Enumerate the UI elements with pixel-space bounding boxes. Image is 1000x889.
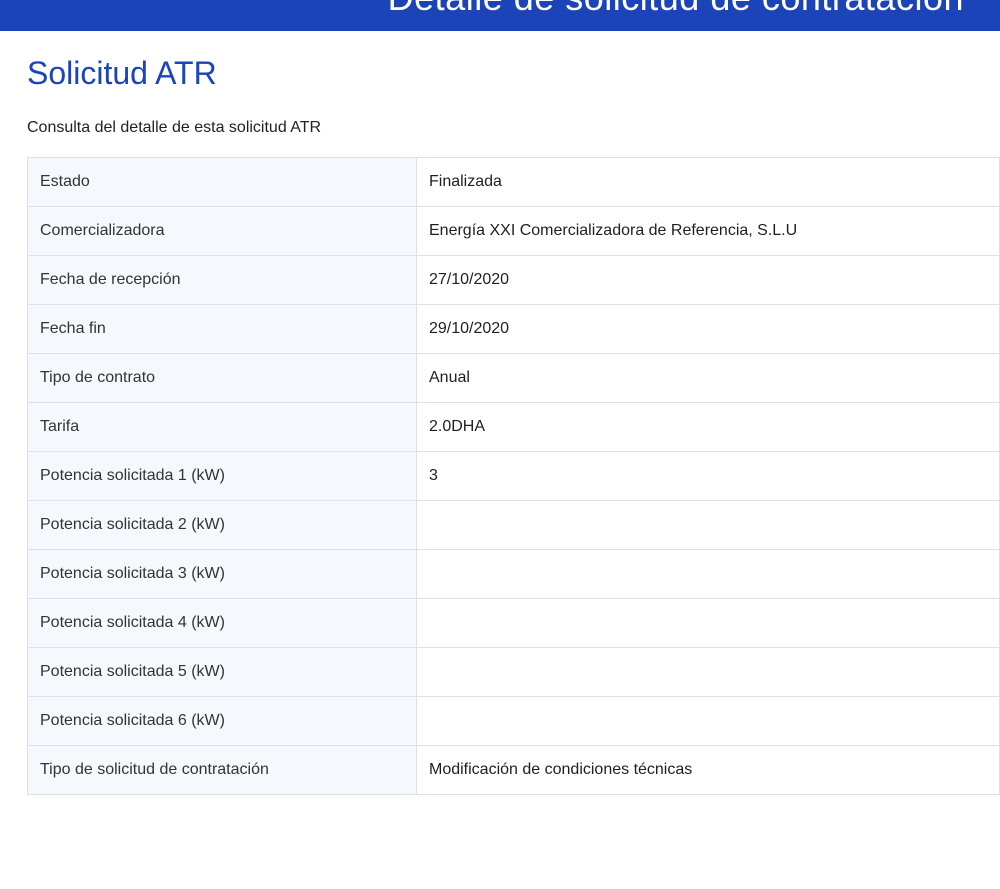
row-label: Potencia solicitada 6 (kW) (27, 696, 417, 746)
table-row-potencia-1: Potencia solicitada 1 (kW) 3 (27, 451, 1000, 501)
table-row-potencia-4: Potencia solicitada 4 (kW) (27, 598, 1000, 648)
row-value: 3 (416, 451, 1000, 501)
row-value (416, 549, 1000, 599)
row-value (416, 598, 1000, 648)
row-value: Energía XXI Comercializadora de Referenc… (416, 206, 1000, 256)
row-label: Potencia solicitada 5 (kW) (27, 647, 417, 697)
row-value: Modificación de condiciones técnicas (416, 745, 1000, 795)
table-row-tipo-solicitud: Tipo de solicitud de contratación Modifi… (27, 745, 1000, 795)
row-value: 29/10/2020 (416, 304, 1000, 354)
row-label: Tipo de solicitud de contratación (27, 745, 417, 795)
page-title: Solicitud ATR (27, 55, 217, 91)
row-value (416, 696, 1000, 746)
detail-table: Estado Finalizada Comercializadora Energ… (27, 157, 1000, 795)
row-value (416, 500, 1000, 550)
table-row-estado: Estado Finalizada (27, 157, 1000, 207)
row-value: 2.0DHA (416, 402, 1000, 452)
row-label: Fecha fin (27, 304, 417, 354)
row-label: Potencia solicitada 1 (kW) (27, 451, 417, 501)
row-value: 27/10/2020 (416, 255, 1000, 305)
row-label: Potencia solicitada 3 (kW) (27, 549, 417, 599)
table-row-tarifa: Tarifa 2.0DHA (27, 402, 1000, 452)
table-row-comercializadora: Comercializadora Energía XXI Comercializ… (27, 206, 1000, 256)
row-label: Estado (27, 157, 417, 207)
header-title: Detalle de solicitud de contratación (388, 0, 964, 18)
row-label: Fecha de recepción (27, 255, 417, 305)
row-label: Tarifa (27, 402, 417, 452)
table-row-potencia-2: Potencia solicitada 2 (kW) (27, 500, 1000, 550)
table-row-fecha-fin: Fecha fin 29/10/2020 (27, 304, 1000, 354)
page-subtitle: Consulta del detalle de esta solicitud A… (27, 119, 322, 136)
table-row-potencia-5: Potencia solicitada 5 (kW) (27, 647, 1000, 697)
header-bar: Detalle de solicitud de contratación (0, 0, 1000, 31)
table-row-tipo-contrato: Tipo de contrato Anual (27, 353, 1000, 403)
table-row-potencia-3: Potencia solicitada 3 (kW) (27, 549, 1000, 599)
row-label: Comercializadora (27, 206, 417, 256)
row-value: Anual (416, 353, 1000, 403)
row-label: Tipo de contrato (27, 353, 417, 403)
row-value (416, 647, 1000, 697)
row-value: Finalizada (416, 157, 1000, 207)
table-row-fecha-recepcion: Fecha de recepción 27/10/2020 (27, 255, 1000, 305)
table-row-potencia-6: Potencia solicitada 6 (kW) (27, 696, 1000, 746)
row-label: Potencia solicitada 4 (kW) (27, 598, 417, 648)
row-label: Potencia solicitada 2 (kW) (27, 500, 417, 550)
